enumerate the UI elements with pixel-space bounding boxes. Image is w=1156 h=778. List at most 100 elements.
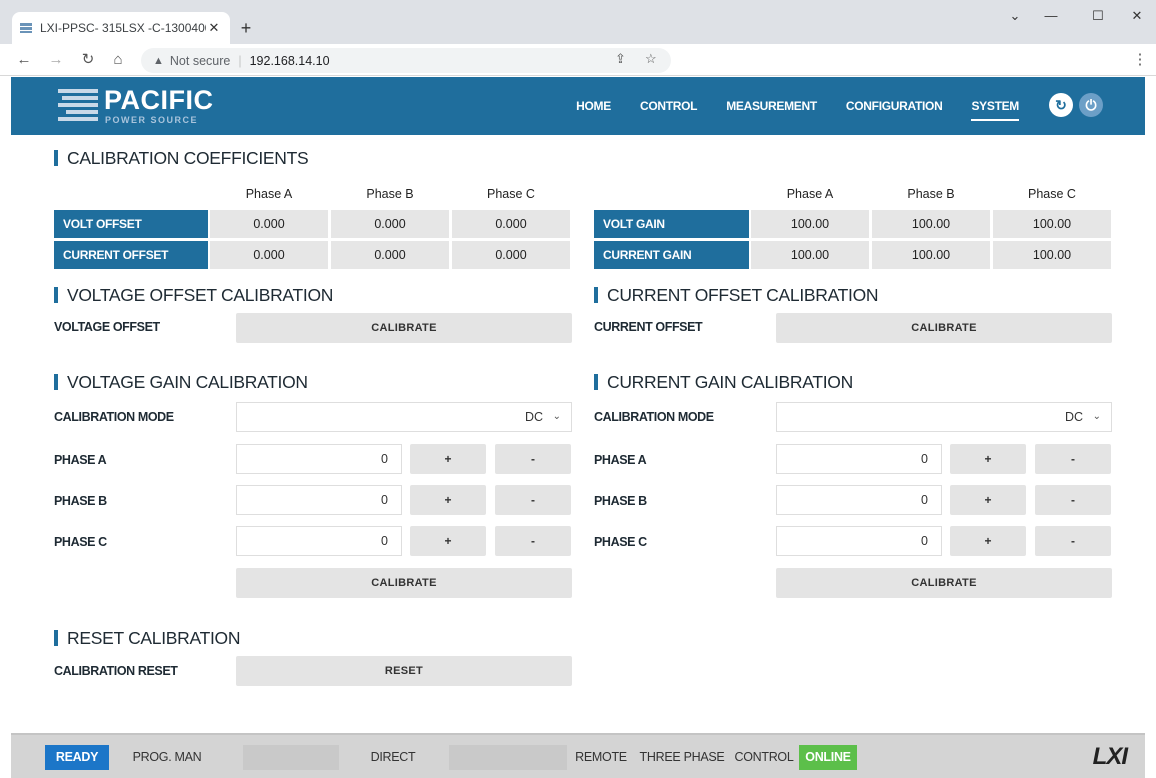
current-gain-calibrate-button[interactable]: CALIBRATE	[776, 568, 1112, 598]
nav-system[interactable]: SYSTEM	[971, 99, 1019, 121]
voltage-gain-title: VOLTAGE GAIN CALIBRATION	[54, 372, 308, 393]
nav-control[interactable]: CONTROL	[640, 99, 698, 121]
security-label: Not secure	[169, 53, 231, 68]
current-gain-mode-select[interactable]: DC ⌄	[776, 402, 1112, 432]
site-header: PACIFIC POWER SOURCE HOME CONTROL MEASUR…	[11, 77, 1145, 135]
current-offset-label: CURRENT OFFSET	[54, 241, 208, 269]
current-phase-c-label: PHASE C	[594, 535, 647, 549]
current-gain-phase-c: 100.00	[993, 241, 1111, 269]
window-close-icon[interactable]: ✕	[1122, 8, 1152, 24]
coefficients-title: CALIBRATION COEFFICIENTS	[54, 148, 309, 169]
gain-col-phase-c: Phase C	[1028, 187, 1076, 201]
current-gain-phase-a: 100.00	[751, 241, 869, 269]
voltage-gain-calibrate-button[interactable]: CALIBRATE	[236, 568, 572, 598]
gain-col-phase-a: Phase A	[786, 187, 834, 201]
volt-offset-label: VOLT OFFSET	[54, 210, 208, 238]
browser-address-bar: ← → ↻ ⌂ ▲ Not secure | 192.168.14.10 ⇪ ☆…	[0, 44, 1156, 76]
warning-icon: ▲	[153, 54, 164, 67]
offset-col-phase-c: Phase C	[487, 187, 535, 201]
reset-field-label: CALIBRATION RESET	[54, 664, 178, 678]
maximize-icon[interactable]: ☐	[1083, 8, 1113, 24]
url-field[interactable]: ▲ Not secure | 192.168.14.10 ⇪ ☆	[141, 48, 671, 73]
nav-configuration[interactable]: CONFIGURATION	[846, 99, 943, 121]
nav-measurement[interactable]: MEASUREMENT	[726, 99, 817, 121]
status-bar: READY PROG. MAN DIRECT REMOTE THREE PHAS…	[11, 733, 1145, 778]
minimize-icon[interactable]: —	[1036, 8, 1066, 23]
status-direct: DIRECT	[370, 750, 416, 764]
current-phase-a-minus-button[interactable]: -	[1035, 444, 1111, 474]
voltage-phase-c-input[interactable]: 0	[236, 526, 402, 556]
voltage-phase-a-minus-button[interactable]: -	[495, 444, 571, 474]
current-offset-phase-b: 0.000	[331, 241, 449, 269]
status-ready: READY	[45, 745, 109, 770]
voltage-phase-a-input[interactable]: 0	[236, 444, 402, 474]
voltage-gain-mode-label: CALIBRATION MODE	[54, 410, 174, 424]
voltage-phase-b-input[interactable]: 0	[236, 485, 402, 515]
voltage-phase-a-label: PHASE A	[54, 453, 107, 467]
current-phase-b-label: PHASE B	[594, 494, 647, 508]
voltage-phase-b-minus-button[interactable]: -	[495, 485, 571, 515]
chevron-down-icon: ⌄	[552, 411, 561, 422]
home-icon[interactable]: ⌂	[108, 50, 128, 70]
voltage-gain-mode-value: DC	[524, 410, 543, 424]
reload-icon[interactable]: ↻	[78, 50, 98, 70]
logo-mark-icon	[58, 89, 98, 121]
nav-home[interactable]: HOME	[576, 99, 611, 121]
status-control: CONTROL	[734, 750, 794, 764]
new-tab-icon[interactable]: +	[236, 18, 256, 38]
voltage-phase-c-minus-button[interactable]: -	[495, 526, 571, 556]
current-offset-phase-a: 0.000	[210, 241, 328, 269]
current-offset-title: CURRENT OFFSET CALIBRATION	[594, 285, 879, 306]
volt-gain-phase-b: 100.00	[872, 210, 990, 238]
current-gain-mode-label: CALIBRATION MODE	[594, 410, 714, 424]
back-icon[interactable]: ←	[14, 50, 34, 70]
tab-search-icon[interactable]: ⌄	[1000, 8, 1030, 24]
tab-title: LXI-PPSC- 315LSX -C-13004009	[40, 21, 206, 35]
site-favicon-icon	[20, 23, 32, 33]
logo-subtext: POWER SOURCE	[105, 115, 199, 125]
browser-tab[interactable]: LXI-PPSC- 315LSX -C-13004009 ✕	[12, 12, 230, 44]
voltage-phase-b-label: PHASE B	[54, 494, 107, 508]
status-online: ONLINE	[799, 745, 857, 770]
current-phase-a-input[interactable]: 0	[776, 444, 942, 474]
reset-button[interactable]: RESET	[236, 656, 572, 686]
volt-offset-phase-a: 0.000	[210, 210, 328, 238]
current-phase-b-input[interactable]: 0	[776, 485, 942, 515]
current-gain-title: CURRENT GAIN CALIBRATION	[594, 372, 853, 393]
voltage-phase-b-plus-button[interactable]: +	[410, 485, 486, 515]
chevron-down-icon: ⌄	[1092, 411, 1101, 422]
refresh-icon[interactable]: ↻	[1049, 93, 1073, 117]
url-text: 192.168.14.10	[249, 53, 330, 68]
current-offset-calibrate-button[interactable]: CALIBRATE	[776, 313, 1112, 343]
current-phase-a-label: PHASE A	[594, 453, 647, 467]
current-phase-b-minus-button[interactable]: -	[1035, 485, 1111, 515]
voltage-phase-c-plus-button[interactable]: +	[410, 526, 486, 556]
status-empty-1	[243, 745, 339, 770]
current-phase-a-plus-button[interactable]: +	[950, 444, 1026, 474]
bookmark-star-icon[interactable]: ☆	[645, 51, 657, 67]
current-gain-label: CURRENT GAIN	[594, 241, 749, 269]
volt-gain-phase-a: 100.00	[751, 210, 869, 238]
current-phase-c-minus-button[interactable]: -	[1035, 526, 1111, 556]
current-phase-c-plus-button[interactable]: +	[950, 526, 1026, 556]
reset-title: RESET CALIBRATION	[54, 628, 240, 649]
volt-gain-phase-c: 100.00	[993, 210, 1111, 238]
current-offset-field-label: CURRENT OFFSET	[594, 320, 703, 334]
current-offset-phase-c: 0.000	[452, 241, 570, 269]
gain-col-phase-b: Phase B	[907, 187, 955, 201]
voltage-offset-title: VOLTAGE OFFSET CALIBRATION	[54, 285, 333, 306]
current-phase-b-plus-button[interactable]: +	[950, 485, 1026, 515]
browser-menu-icon[interactable]: ⋮	[1130, 50, 1150, 70]
current-phase-c-input[interactable]: 0	[776, 526, 942, 556]
tab-close-icon[interactable]: ✕	[206, 20, 222, 36]
voltage-phase-a-plus-button[interactable]: +	[410, 444, 486, 474]
offset-col-phase-b: Phase B	[366, 187, 414, 201]
voltage-offset-calibrate-button[interactable]: CALIBRATE	[236, 313, 572, 343]
power-icon[interactable]: ⏻	[1079, 93, 1103, 117]
voltage-gain-mode-select[interactable]: DC ⌄	[236, 402, 572, 432]
forward-icon[interactable]: →	[46, 50, 66, 70]
status-remote: REMOTE	[575, 750, 627, 764]
url-separator: |	[238, 53, 242, 68]
share-icon[interactable]: ⇪	[615, 51, 626, 67]
lxi-logo: LXI	[1092, 743, 1128, 770]
